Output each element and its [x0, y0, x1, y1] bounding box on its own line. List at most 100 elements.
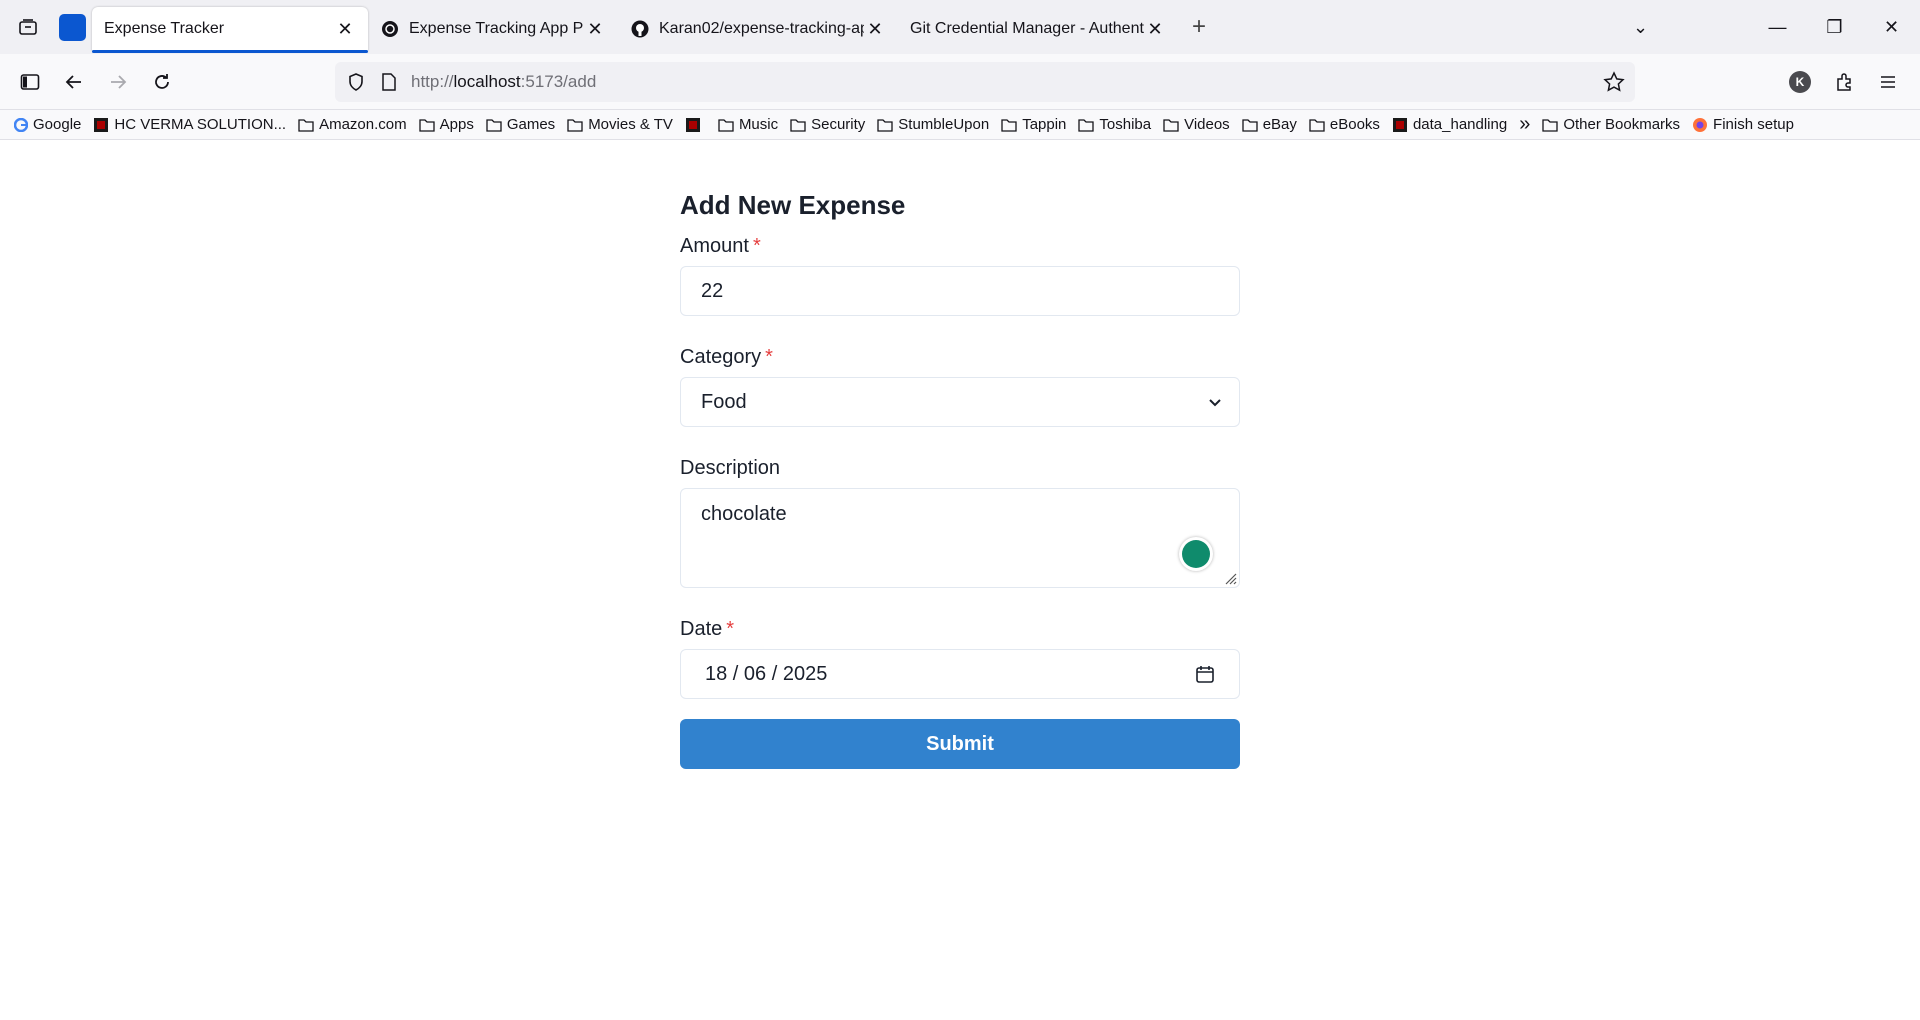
bookmark-label: Security	[811, 116, 866, 133]
navigation-bar: http://localhost:5173/add K	[0, 54, 1920, 110]
page-content: Add New Expense Amount * 22 Category * Foo…	[0, 140, 1920, 1020]
bookmark-label: Movies & TV	[588, 116, 673, 133]
date-value: 18 / 06 / 2025	[705, 662, 828, 685]
tab-title: Expense Tracker	[104, 20, 225, 37]
amount-value: 22	[701, 279, 724, 302]
bookmark-item[interactable]: Videos	[1163, 116, 1230, 133]
site-icon	[685, 117, 701, 133]
required-mark: *	[726, 618, 735, 640]
bookmark-item[interactable]: StumbleUpon	[877, 116, 989, 133]
folder-icon	[1001, 118, 1017, 132]
description-label: Description	[680, 457, 781, 479]
close-icon[interactable]: ✕	[864, 19, 886, 40]
restore-icon[interactable]: ❐	[1806, 17, 1863, 38]
description-textarea[interactable]: chocolate	[680, 488, 1240, 588]
bookmark-label: Tappin	[1022, 116, 1067, 133]
bookmark-item[interactable]: Security	[790, 116, 865, 133]
tab-title: Git Credential Manager - Authentica	[910, 20, 1144, 37]
bookmark-label: data_handling	[1412, 116, 1508, 133]
bookmark-label: Google	[33, 116, 82, 133]
bookmark-label: StumbleUpon	[898, 116, 990, 133]
folder-icon	[1163, 118, 1179, 132]
back-icon[interactable]	[52, 62, 96, 102]
bookmark-label: eBay	[1262, 116, 1297, 133]
bookmark-label: Games	[506, 116, 556, 133]
bookmark-label: Toshiba	[1099, 116, 1152, 133]
bookmark-item[interactable]: Google	[14, 116, 81, 133]
account-avatar[interactable]: K	[1778, 62, 1822, 102]
tab-list-chevron-icon[interactable]: ⌄	[1612, 17, 1669, 38]
category-value: Food	[701, 390, 747, 413]
close-icon[interactable]: ✕	[334, 19, 356, 40]
tab-title: Karan02/expense-tracking-app:	[659, 20, 864, 37]
window-close-icon[interactable]: ✕	[1863, 17, 1920, 38]
resize-handle-icon[interactable]	[1221, 569, 1237, 585]
folder-icon	[1542, 118, 1558, 132]
bookmark-label: HC VERMA SOLUTION...	[114, 116, 287, 133]
tab-github[interactable]: Karan02/expense-tracking-app: ✕	[618, 7, 898, 51]
date-label: Date *	[680, 618, 735, 640]
github-icon	[630, 19, 650, 39]
pinned-tab-icon[interactable]	[59, 13, 86, 41]
url-text: http://localhost:5173/add	[411, 71, 597, 91]
bookmark-label: Amazon.com	[319, 116, 407, 133]
tab-expense-tracker[interactable]: Expense Tracker ✕	[92, 7, 368, 53]
folder-icon	[1078, 118, 1095, 132]
folder-icon	[790, 118, 806, 132]
bookmark-item[interactable]: Toshiba	[1078, 116, 1151, 133]
folder-icon	[298, 118, 314, 132]
firefox-icon	[1692, 117, 1708, 133]
new-tab-button[interactable]: +	[1178, 13, 1220, 41]
bookmark-item[interactable]	[685, 117, 706, 133]
shield-icon	[349, 72, 363, 91]
other-bookmarks[interactable]: Other Bookmarks	[1542, 116, 1680, 133]
reload-icon[interactable]	[140, 62, 184, 102]
folder-icon	[718, 118, 734, 132]
bookmark-item[interactable]: HC VERMA SOLUTION...	[93, 116, 286, 133]
url-bar[interactable]: http://localhost:5173/add	[335, 61, 1635, 102]
bookmark-item[interactable]: Music	[718, 116, 778, 133]
bookmark-item[interactable]: Movies & TV	[567, 116, 673, 133]
bookmark-item[interactable]: Amazon.com	[298, 116, 407, 133]
extensions-icon[interactable]	[1822, 62, 1866, 102]
grammarly-icon[interactable]	[1179, 537, 1213, 571]
folder-icon	[567, 118, 583, 132]
folder-icon	[418, 118, 435, 132]
submit-button[interactable]: Submit	[680, 719, 1240, 769]
bookmark-label: Videos	[1184, 116, 1230, 133]
tab-git-credential[interactable]: Git Credential Manager - Authentica ✕	[898, 7, 1178, 51]
bookmark-item[interactable]: Tappin	[1001, 116, 1066, 133]
calendar-icon[interactable]	[1195, 664, 1215, 684]
sidebar-toggle-icon[interactable]	[8, 62, 52, 102]
forward-icon[interactable]	[96, 62, 140, 102]
close-icon[interactable]: ✕	[584, 19, 606, 40]
bookmark-item[interactable]: eBooks	[1309, 116, 1380, 133]
bookmark-item[interactable]: Apps	[418, 116, 474, 133]
other-bookmarks-label: Other Bookmarks	[1563, 116, 1681, 133]
date-input[interactable]: 18 / 06 / 2025	[680, 649, 1240, 699]
close-icon[interactable]: ✕	[1144, 19, 1166, 40]
tab-expense-plan[interactable]: Expense Tracking App Plan ✕	[368, 7, 618, 51]
folder-icon	[486, 118, 502, 132]
amount-label: Amount *	[680, 235, 761, 257]
bookmark-item[interactable]: eBay	[1242, 116, 1297, 133]
bookmark-star-icon[interactable]	[1603, 70, 1625, 93]
toolbar-right: K	[1778, 62, 1910, 102]
bookmark-item[interactable]: Games	[486, 116, 555, 133]
folder-icon	[1242, 118, 1258, 132]
amount-input[interactable]: 22	[680, 266, 1240, 316]
finish-setup-label: Finish setup	[1713, 116, 1794, 133]
minimize-icon[interactable]: —	[1749, 17, 1806, 38]
bookmark-item[interactable]: data_handling	[1392, 116, 1507, 133]
bookmark-label: eBooks	[1329, 116, 1380, 133]
chevron-down-icon	[1209, 399, 1221, 407]
category-select[interactable]: Food	[680, 377, 1240, 427]
bookmark-label: Music	[738, 116, 779, 133]
tab-overview-button[interactable]	[0, 0, 55, 54]
bookmarks-toolbar: Google HC VERMA SOLUTION... Amazon.com Apps…	[0, 110, 1920, 140]
menu-icon[interactable]	[1866, 62, 1910, 102]
add-expense-form: Add New Expense Amount * 22 Category * Foo…	[680, 190, 1240, 769]
bookmarks-overflow-icon[interactable]: »	[1519, 113, 1530, 136]
finish-setup[interactable]: Finish setup	[1692, 116, 1794, 133]
category-label: Category *	[680, 346, 773, 368]
